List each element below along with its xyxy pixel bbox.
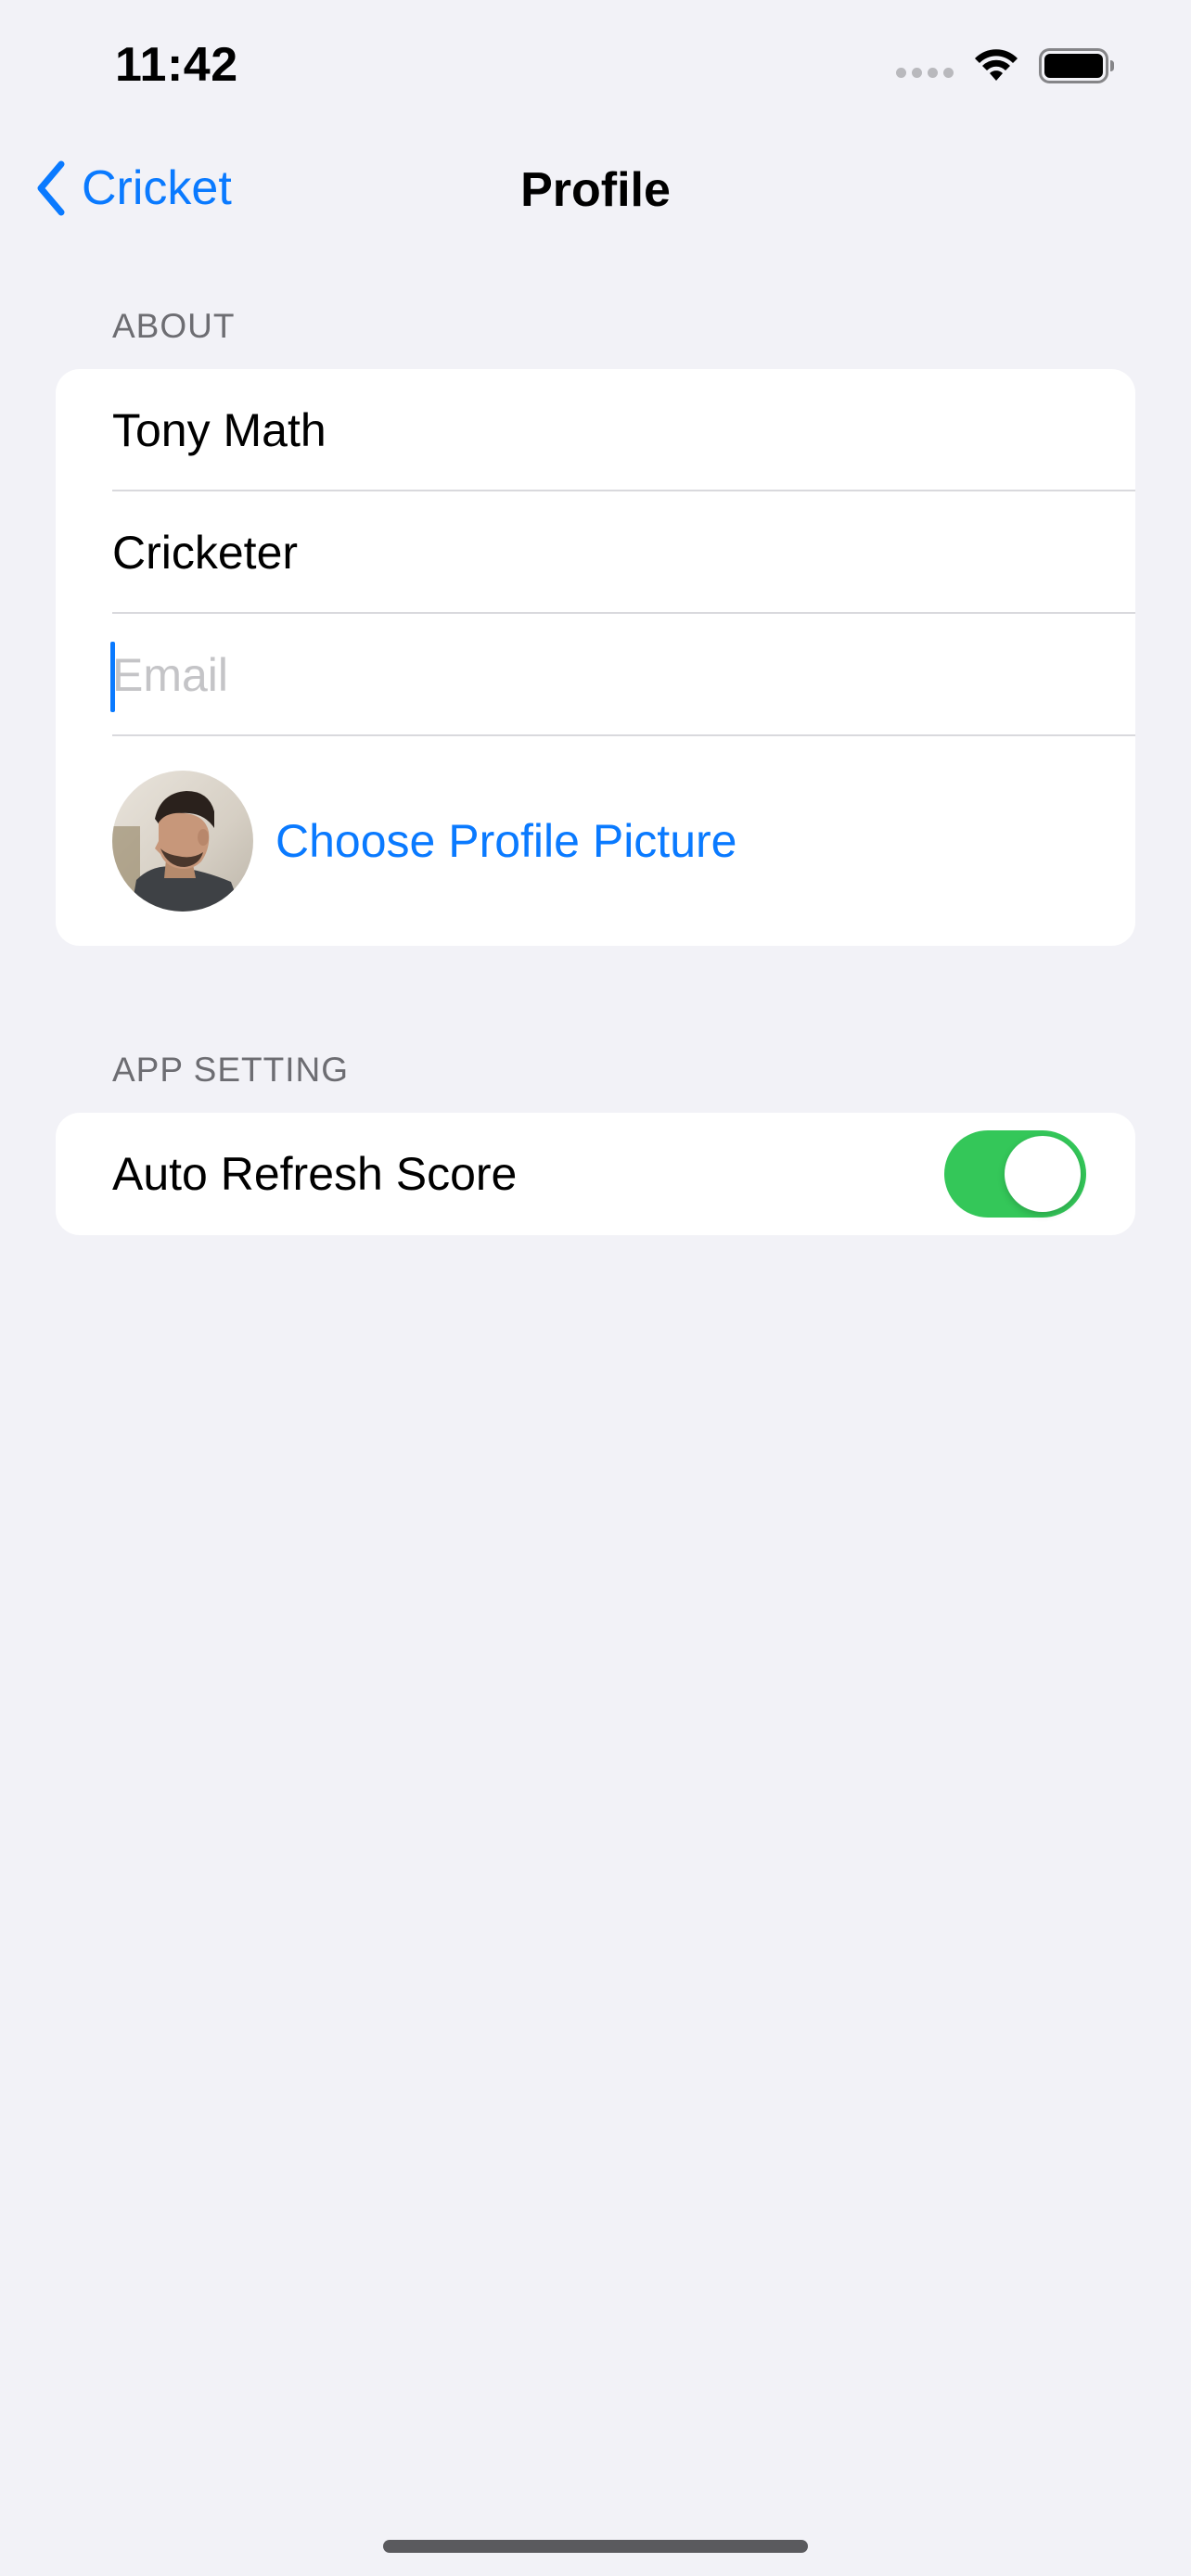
role-row[interactable]: Cricketer [56,491,1135,614]
toggle-knob [1005,1136,1081,1212]
avatar [112,771,253,912]
auto-refresh-toggle[interactable] [944,1130,1086,1218]
email-field[interactable] [112,648,947,702]
auto-refresh-row: Auto Refresh Score [56,1113,1135,1235]
section-header-app-setting: APP SETTING [112,1051,349,1089]
navigation-bar: Cricket Profile [0,153,1191,227]
role-field[interactable]: Cricketer [112,526,298,580]
status-time: 11:42 [115,38,238,92]
auto-refresh-label: Auto Refresh Score [112,1148,518,1200]
name-field[interactable]: Tony Math [112,403,327,457]
app-setting-group: Auto Refresh Score [56,1113,1135,1235]
section-header-about: ABOUT [112,307,236,345]
status-icons [896,48,1115,83]
about-group: Tony Math Cricketer Email Choose Profile… [56,369,1135,946]
home-indicator[interactable] [383,2540,808,2553]
battery-icon [1039,48,1114,83]
text-cursor [110,642,115,712]
page-title: Profile [520,163,671,217]
profile-picture-row[interactable]: Choose Profile Picture [56,736,1135,946]
avatar-image [112,771,253,912]
email-row[interactable] [56,614,1135,736]
name-row[interactable]: Tony Math [56,369,1135,491]
status-bar: 11:42 [0,0,1191,130]
cellular-signal-icon [896,67,954,78]
wifi-icon [975,49,1018,81]
choose-profile-picture-link[interactable]: Choose Profile Picture [275,814,736,868]
